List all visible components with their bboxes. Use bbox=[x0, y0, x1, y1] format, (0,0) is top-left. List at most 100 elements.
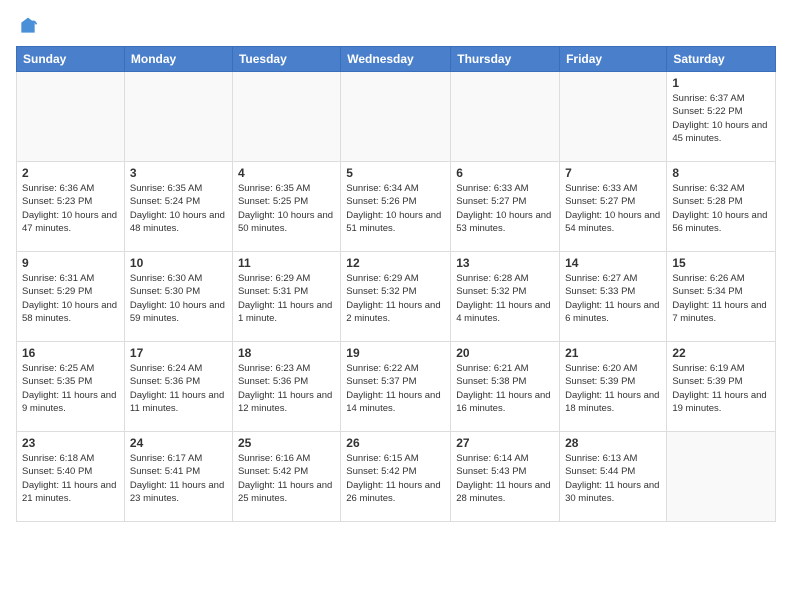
day-number: 13 bbox=[456, 256, 554, 270]
day-info: Sunrise: 6:19 AM Sunset: 5:39 PM Dayligh… bbox=[672, 362, 770, 415]
day-number: 18 bbox=[238, 346, 335, 360]
day-number: 9 bbox=[22, 256, 119, 270]
calendar-table: SundayMondayTuesdayWednesdayThursdayFrid… bbox=[16, 46, 776, 522]
weekday-header-row: SundayMondayTuesdayWednesdayThursdayFrid… bbox=[17, 47, 776, 72]
calendar-cell: 21 Sunrise: 6:20 AM Sunset: 5:39 PM Dayli… bbox=[560, 342, 667, 432]
day-info: Sunrise: 6:23 AM Sunset: 5:36 PM Dayligh… bbox=[238, 362, 335, 415]
calendar-cell: 17 Sunrise: 6:24 AM Sunset: 5:36 PM Dayli… bbox=[124, 342, 232, 432]
weekday-header-tuesday: Tuesday bbox=[232, 47, 340, 72]
day-number: 23 bbox=[22, 436, 119, 450]
calendar-cell: 27 Sunrise: 6:14 AM Sunset: 5:43 PM Dayli… bbox=[451, 432, 560, 522]
calendar-cell: 1 Sunrise: 6:37 AM Sunset: 5:22 PM Daylig… bbox=[667, 72, 776, 162]
day-info: Sunrise: 6:29 AM Sunset: 5:32 PM Dayligh… bbox=[346, 272, 445, 325]
calendar-cell: 25Sunrise: 6:16 AM Sunset: 5:42 PM Dayli… bbox=[232, 432, 340, 522]
calendar-cell: 7 Sunrise: 6:33 AM Sunset: 5:27 PM Daylig… bbox=[560, 162, 667, 252]
weekday-header-sunday: Sunday bbox=[17, 47, 125, 72]
day-info: Sunrise: 6:14 AM Sunset: 5:43 PM Dayligh… bbox=[456, 452, 554, 505]
day-number: 27 bbox=[456, 436, 554, 450]
weekday-header-saturday: Saturday bbox=[667, 47, 776, 72]
day-number: 7 bbox=[565, 166, 661, 180]
day-info: Sunrise: 6:15 AM Sunset: 5:42 PM Dayligh… bbox=[346, 452, 445, 505]
day-number: 16 bbox=[22, 346, 119, 360]
calendar-cell bbox=[667, 432, 776, 522]
day-number: 25 bbox=[238, 436, 335, 450]
day-number: 4 bbox=[238, 166, 335, 180]
day-number: 19 bbox=[346, 346, 445, 360]
logo bbox=[16, 16, 38, 36]
page-header bbox=[16, 16, 776, 36]
day-info: Sunrise: 6:30 AM Sunset: 5:30 PM Dayligh… bbox=[130, 272, 227, 325]
calendar-week-row: 9Sunrise: 6:31 AM Sunset: 5:29 PM Daylig… bbox=[17, 252, 776, 342]
day-number: 6 bbox=[456, 166, 554, 180]
calendar-cell: 12 Sunrise: 6:29 AM Sunset: 5:32 PM Dayli… bbox=[341, 252, 451, 342]
weekday-header-monday: Monday bbox=[124, 47, 232, 72]
calendar-cell: 16 Sunrise: 6:25 AM Sunset: 5:35 PM Dayli… bbox=[17, 342, 125, 432]
weekday-header-friday: Friday bbox=[560, 47, 667, 72]
day-number: 1 bbox=[672, 76, 770, 90]
day-number: 17 bbox=[130, 346, 227, 360]
calendar-cell: 14 Sunrise: 6:27 AM Sunset: 5:33 PM Dayli… bbox=[560, 252, 667, 342]
calendar-cell: 23 Sunrise: 6:18 AM Sunset: 5:40 PM Dayli… bbox=[17, 432, 125, 522]
calendar-week-row: 23 Sunrise: 6:18 AM Sunset: 5:40 PM Dayli… bbox=[17, 432, 776, 522]
day-number: 3 bbox=[130, 166, 227, 180]
day-info: Sunrise: 6:18 AM Sunset: 5:40 PM Dayligh… bbox=[22, 452, 119, 505]
day-info: Sunrise: 6:34 AM Sunset: 5:26 PM Dayligh… bbox=[346, 182, 445, 235]
calendar-cell: 20Sunrise: 6:21 AM Sunset: 5:38 PM Dayli… bbox=[451, 342, 560, 432]
calendar-cell: 2 Sunrise: 6:36 AM Sunset: 5:23 PM Daylig… bbox=[17, 162, 125, 252]
day-info: Sunrise: 6:35 AM Sunset: 5:24 PM Dayligh… bbox=[130, 182, 227, 235]
day-number: 20 bbox=[456, 346, 554, 360]
calendar-cell bbox=[560, 72, 667, 162]
day-info: Sunrise: 6:17 AM Sunset: 5:41 PM Dayligh… bbox=[130, 452, 227, 505]
calendar-cell: 9Sunrise: 6:31 AM Sunset: 5:29 PM Daylig… bbox=[17, 252, 125, 342]
day-number: 8 bbox=[672, 166, 770, 180]
calendar-cell: 4 Sunrise: 6:35 AM Sunset: 5:25 PM Daylig… bbox=[232, 162, 340, 252]
day-info: Sunrise: 6:25 AM Sunset: 5:35 PM Dayligh… bbox=[22, 362, 119, 415]
calendar-cell: 19 Sunrise: 6:22 AM Sunset: 5:37 PM Dayli… bbox=[341, 342, 451, 432]
calendar-cell: 24Sunrise: 6:17 AM Sunset: 5:41 PM Dayli… bbox=[124, 432, 232, 522]
day-info: Sunrise: 6:33 AM Sunset: 5:27 PM Dayligh… bbox=[456, 182, 554, 235]
day-number: 28 bbox=[565, 436, 661, 450]
calendar-cell: 6 Sunrise: 6:33 AM Sunset: 5:27 PM Daylig… bbox=[451, 162, 560, 252]
day-info: Sunrise: 6:13 AM Sunset: 5:44 PM Dayligh… bbox=[565, 452, 661, 505]
calendar-cell: 10 Sunrise: 6:30 AM Sunset: 5:30 PM Dayli… bbox=[124, 252, 232, 342]
calendar-cell: 5Sunrise: 6:34 AM Sunset: 5:26 PM Daylig… bbox=[341, 162, 451, 252]
day-number: 21 bbox=[565, 346, 661, 360]
calendar-cell: 22 Sunrise: 6:19 AM Sunset: 5:39 PM Dayli… bbox=[667, 342, 776, 432]
calendar-cell bbox=[124, 72, 232, 162]
day-info: Sunrise: 6:27 AM Sunset: 5:33 PM Dayligh… bbox=[565, 272, 661, 325]
calendar-cell: 11Sunrise: 6:29 AM Sunset: 5:31 PM Dayli… bbox=[232, 252, 340, 342]
calendar-cell bbox=[451, 72, 560, 162]
calendar-cell: 8 Sunrise: 6:32 AM Sunset: 5:28 PM Daylig… bbox=[667, 162, 776, 252]
day-info: Sunrise: 6:35 AM Sunset: 5:25 PM Dayligh… bbox=[238, 182, 335, 235]
day-info: Sunrise: 6:29 AM Sunset: 5:31 PM Dayligh… bbox=[238, 272, 335, 325]
calendar-week-row: 1 Sunrise: 6:37 AM Sunset: 5:22 PM Daylig… bbox=[17, 72, 776, 162]
day-info: Sunrise: 6:22 AM Sunset: 5:37 PM Dayligh… bbox=[346, 362, 445, 415]
calendar-cell: 3 Sunrise: 6:35 AM Sunset: 5:24 PM Daylig… bbox=[124, 162, 232, 252]
day-info: Sunrise: 6:33 AM Sunset: 5:27 PM Dayligh… bbox=[565, 182, 661, 235]
calendar-cell bbox=[341, 72, 451, 162]
calendar-cell bbox=[17, 72, 125, 162]
calendar-cell: 26 Sunrise: 6:15 AM Sunset: 5:42 PM Dayli… bbox=[341, 432, 451, 522]
day-number: 15 bbox=[672, 256, 770, 270]
calendar-cell bbox=[232, 72, 340, 162]
day-info: Sunrise: 6:28 AM Sunset: 5:32 PM Dayligh… bbox=[456, 272, 554, 325]
day-number: 12 bbox=[346, 256, 445, 270]
day-info: Sunrise: 6:24 AM Sunset: 5:36 PM Dayligh… bbox=[130, 362, 227, 415]
day-number: 14 bbox=[565, 256, 661, 270]
day-number: 26 bbox=[346, 436, 445, 450]
calendar-cell: 13 Sunrise: 6:28 AM Sunset: 5:32 PM Dayli… bbox=[451, 252, 560, 342]
day-number: 10 bbox=[130, 256, 227, 270]
day-info: Sunrise: 6:20 AM Sunset: 5:39 PM Dayligh… bbox=[565, 362, 661, 415]
day-info: Sunrise: 6:32 AM Sunset: 5:28 PM Dayligh… bbox=[672, 182, 770, 235]
calendar-week-row: 2 Sunrise: 6:36 AM Sunset: 5:23 PM Daylig… bbox=[17, 162, 776, 252]
calendar-cell: 15 Sunrise: 6:26 AM Sunset: 5:34 PM Dayli… bbox=[667, 252, 776, 342]
day-info: Sunrise: 6:37 AM Sunset: 5:22 PM Dayligh… bbox=[672, 92, 770, 145]
weekday-header-thursday: Thursday bbox=[451, 47, 560, 72]
weekday-header-wednesday: Wednesday bbox=[341, 47, 451, 72]
day-info: Sunrise: 6:36 AM Sunset: 5:23 PM Dayligh… bbox=[22, 182, 119, 235]
logo-icon bbox=[18, 16, 38, 36]
day-number: 2 bbox=[22, 166, 119, 180]
calendar-cell: 28 Sunrise: 6:13 AM Sunset: 5:44 PM Dayli… bbox=[560, 432, 667, 522]
day-number: 22 bbox=[672, 346, 770, 360]
day-info: Sunrise: 6:26 AM Sunset: 5:34 PM Dayligh… bbox=[672, 272, 770, 325]
